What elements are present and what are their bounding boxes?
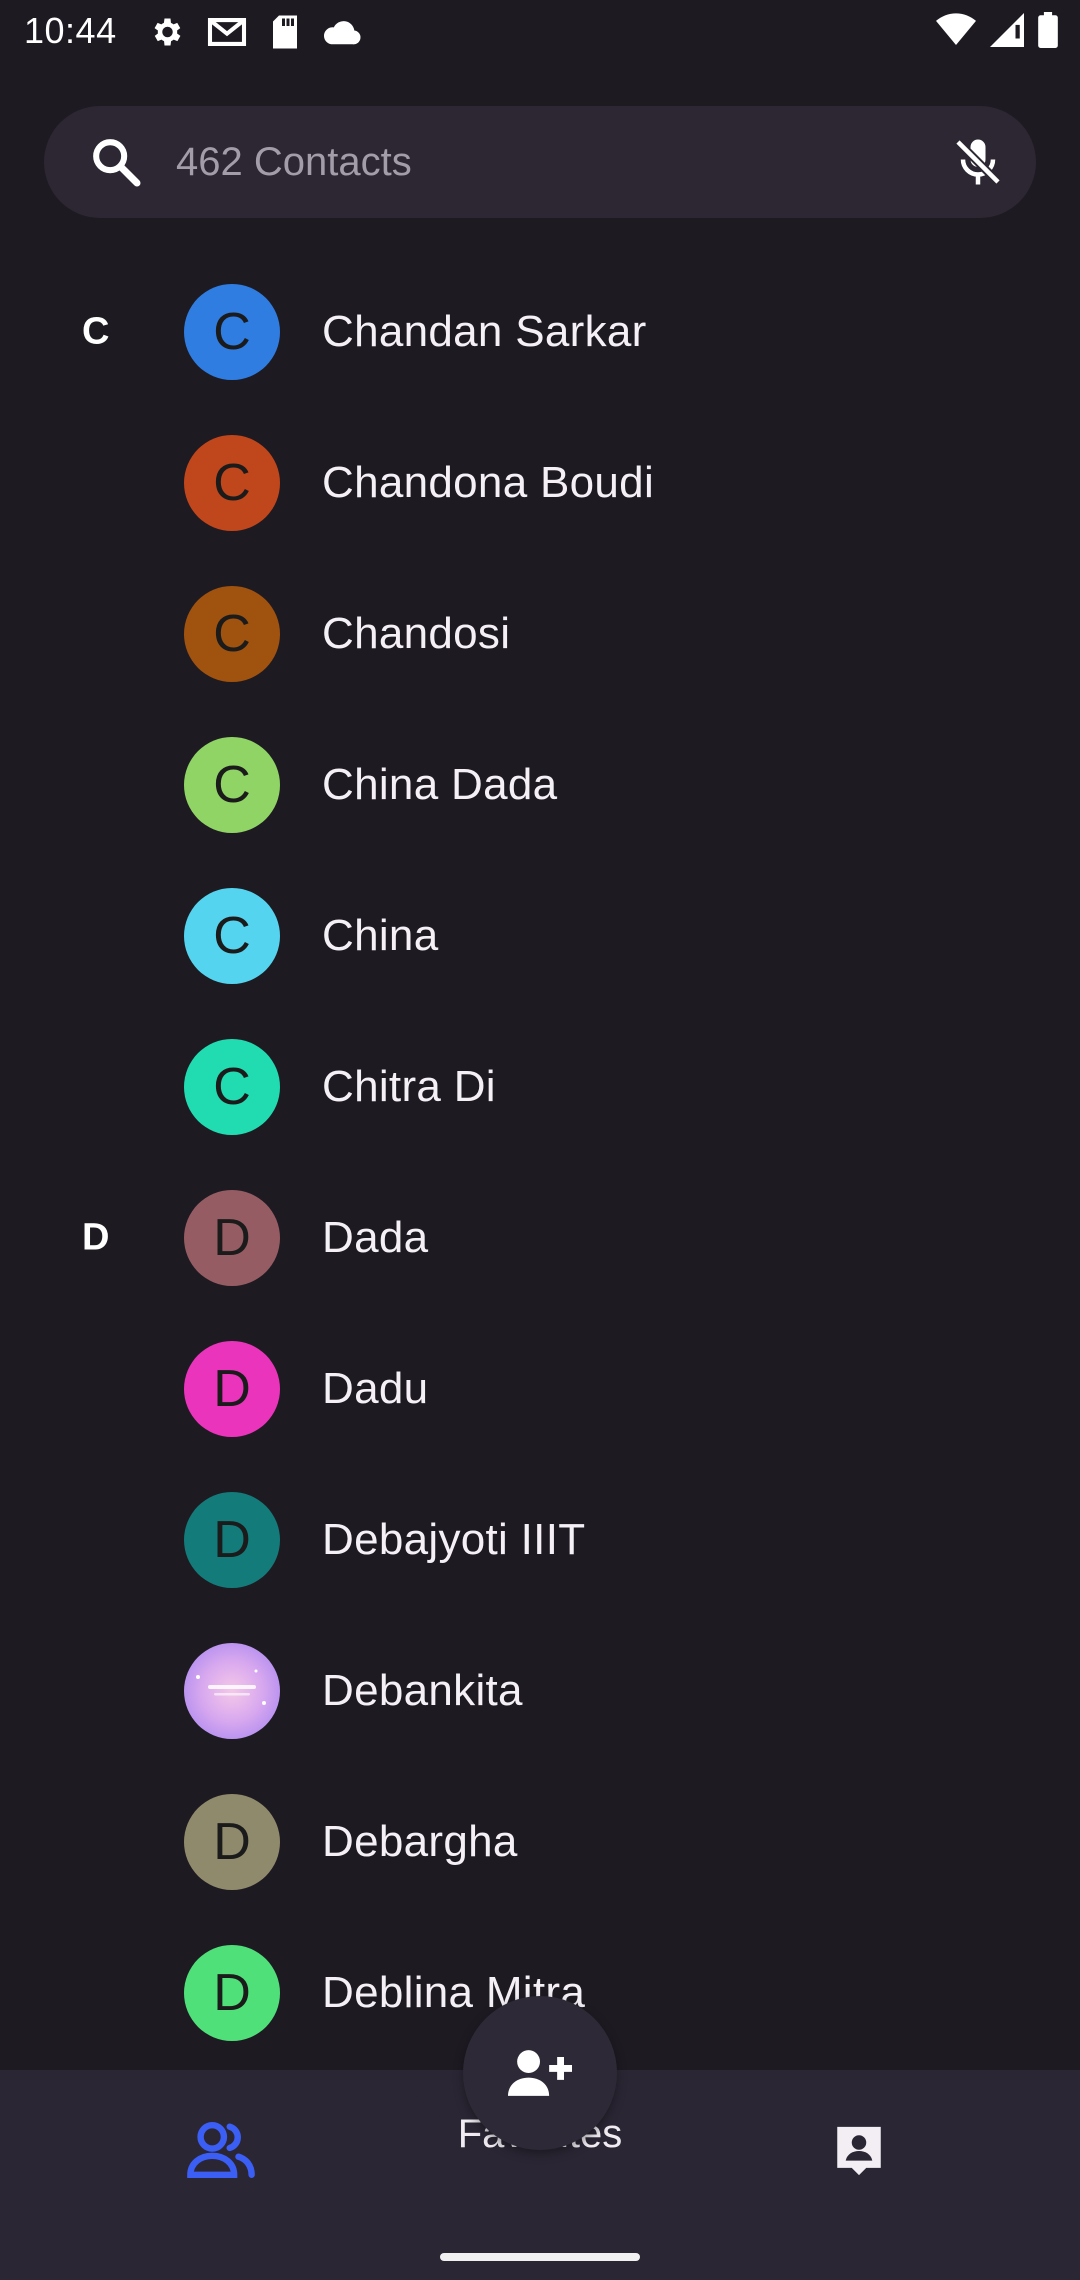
contact-row[interactable]: D D Dada <box>0 1162 1080 1313</box>
contact-name: Chandan Sarkar <box>322 306 647 356</box>
home-indicator[interactable] <box>440 2253 640 2261</box>
avatar-initial: D <box>213 1359 251 1418</box>
gmail-icon <box>207 18 247 46</box>
signal-icon <box>990 13 1024 47</box>
add-contact-button[interactable] <box>463 1996 617 2150</box>
avatar-initial: C <box>213 604 251 663</box>
contact-name: Debankita <box>322 1665 523 1715</box>
status-time: 10:44 <box>24 10 117 51</box>
avatar-initial: D <box>213 1963 251 2022</box>
avatar: D <box>184 1944 280 2041</box>
avatar-initial: D <box>213 1208 251 1267</box>
contact-name: Debargha <box>322 1816 518 1866</box>
status-notification-icons <box>148 14 362 50</box>
people-icon[interactable] <box>186 2120 256 2180</box>
contact-name: Chitra Di <box>322 1061 496 1111</box>
avatar-photo <box>184 1642 280 1739</box>
avatar: C <box>184 736 280 833</box>
avatar: D <box>184 1189 280 1286</box>
contact-row[interactable]: C C Chandan Sarkar <box>0 256 1080 407</box>
contact-row[interactable]: D Debajyoti IIIT <box>0 1464 1080 1615</box>
contact-row[interactable]: C Chandona Boudi <box>0 407 1080 558</box>
avatar: C <box>184 887 280 984</box>
contact-list[interactable]: C C Chandan Sarkar C Chandona Boudi C Ch… <box>0 256 1080 2070</box>
avatar-initial: D <box>213 1812 251 1871</box>
status-system-icons <box>936 12 1058 48</box>
avatar: D <box>184 1340 280 1437</box>
add-person-icon <box>508 2050 572 2096</box>
search-bar[interactable] <box>44 106 1036 218</box>
photo-image <box>196 1669 266 1705</box>
wifi-icon <box>936 13 976 46</box>
avatar: C <box>184 283 280 380</box>
contact-row[interactable]: Debankita <box>0 1615 1080 1766</box>
avatar-initial: D <box>213 1510 251 1569</box>
contact-name: China <box>322 910 439 960</box>
contact-row[interactable]: C Chitra Di <box>0 1011 1080 1162</box>
mic-off-icon[interactable] <box>948 132 1008 192</box>
contact-name: Dada <box>322 1212 429 1262</box>
contact-row[interactable]: D Dadu <box>0 1313 1080 1464</box>
contact-name: Chandona Boudi <box>322 457 655 507</box>
avatar: D <box>184 1793 280 1890</box>
contact-name: Debajyoti IIIT <box>322 1514 586 1564</box>
cloud-icon <box>323 21 361 45</box>
search-input[interactable] <box>176 132 936 192</box>
avatar-initial: C <box>213 906 251 965</box>
battery-icon <box>1038 12 1058 48</box>
avatar-initial: C <box>213 453 251 512</box>
contact-row[interactable]: C China <box>0 860 1080 1011</box>
contact-row[interactable]: D Debargha <box>0 1766 1080 1917</box>
avatar-initial: C <box>213 302 251 361</box>
avatar-initial: C <box>213 1057 251 1116</box>
search-icon[interactable] <box>88 134 144 190</box>
section-letter: C <box>82 310 110 352</box>
contact-row[interactable]: C Chandosi <box>0 558 1080 709</box>
contact-name: Dadu <box>322 1363 429 1413</box>
sd-card-icon <box>273 15 297 49</box>
settings-icon <box>154 18 181 46</box>
section-letter: D <box>82 1216 110 1258</box>
contact-card-icon[interactable] <box>830 2122 888 2180</box>
avatar: C <box>184 1038 280 1135</box>
avatar: C <box>184 434 280 531</box>
contact-row[interactable]: C China Dada <box>0 709 1080 860</box>
contact-name: China Dada <box>322 759 558 809</box>
avatar-initial: C <box>213 755 251 814</box>
contact-name: Chandosi <box>322 608 511 658</box>
avatar: C <box>184 585 280 682</box>
avatar: D <box>184 1491 280 1588</box>
status-bar: 10:44 <box>0 0 1080 66</box>
